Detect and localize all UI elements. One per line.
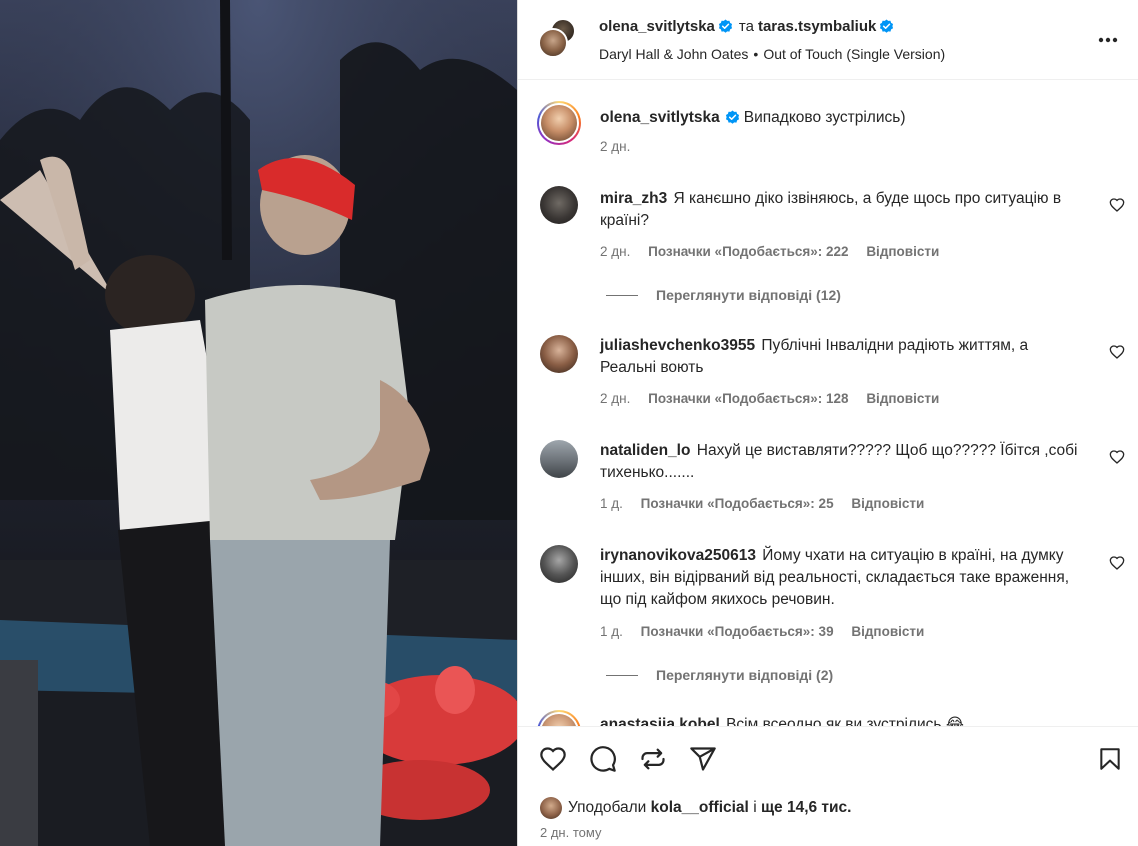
share-button[interactable] (687, 743, 719, 775)
caption: olena_svitlytska Випадково зустрілись) (600, 107, 1080, 129)
caption-text: Випадково зустрілись) (743, 109, 906, 126)
comment-meta: 2 дн. Позначки «Подобається»: 128 Відпов… (600, 391, 953, 406)
comment-meta: 1 д. Позначки «Подобається»: 25 Відповіс… (600, 496, 938, 511)
post-actions: Уподобали kola__official і ще 14,6 тис. … (518, 726, 1138, 846)
comment-username[interactable]: nataliden_lo (600, 442, 690, 459)
likes-summary: Уподобали kola__official і ще 14,6 тис. (540, 797, 851, 819)
view-replies-button[interactable]: Переглянути відповіді (2) (606, 667, 833, 683)
comment-text: Я канєшно діко ізвіняюсь, а буде щось пр… (600, 190, 1062, 229)
view-replies-button[interactable]: Переглянути відповіді (12) (606, 287, 841, 303)
comment: nataliden_lo Нахуй це виставляти????? Що… (600, 440, 1080, 484)
verified-badge-icon (880, 19, 894, 33)
comment-meta: 2 дн. Позначки «Подобається»: 222 Відпов… (600, 244, 953, 259)
reply-button[interactable]: Відповісти (866, 391, 939, 406)
more-options-button[interactable] (1094, 26, 1122, 54)
avatar[interactable] (540, 545, 578, 583)
comment-likes[interactable]: Позначки «Подобається»: 222 (648, 244, 848, 259)
divider (606, 674, 638, 676)
conjunction: та (738, 18, 754, 35)
reply-button[interactable]: Відповісти (851, 496, 924, 511)
view-replies-label[interactable]: Переглянути відповіді (2) (656, 667, 833, 683)
comment-icon (590, 746, 616, 772)
comment: mira_zh3 Я канєшно діко ізвіняюсь, а буд… (600, 188, 1080, 232)
post-viewer: olena_svitlytska та taras.tsymbaliuk Dar… (0, 0, 1138, 846)
avatar[interactable] (540, 797, 562, 819)
likes-middle: і (753, 799, 757, 816)
caption-avatar[interactable] (537, 101, 581, 145)
likes-count[interactable]: ще 14,6 тис. (761, 799, 852, 817)
caption-username[interactable]: olena_svitlytska (600, 109, 720, 126)
comment: anastasiia.kobel Всім всеодно як ви зуст… (600, 714, 1080, 726)
audio-line[interactable]: Daryl Hall & John Oates • Out of Touch (… (599, 46, 945, 62)
comment-time: 2 дн. (600, 244, 631, 259)
post-header: olena_svitlytska та taras.tsymbaliuk Dar… (518, 0, 1138, 80)
comment-meta: 1 д. Позначки «Подобається»: 39 Відповіс… (600, 624, 938, 639)
comment-username[interactable]: irynanovikova250613 (600, 547, 756, 564)
avatar[interactable] (540, 186, 578, 224)
bookmark-icon (1100, 748, 1120, 770)
divider (606, 294, 638, 296)
post-media[interactable] (0, 0, 517, 846)
save-button[interactable] (1094, 743, 1126, 775)
comment-username[interactable]: juliashevchenko3955 (600, 337, 755, 354)
avatar[interactable] (538, 28, 568, 58)
repost-button[interactable] (637, 743, 669, 775)
comment: juliashevchenko3955 Публічні Інвалідни р… (600, 335, 1080, 379)
comments-list[interactable]: olena_svitlytska Випадково зустрілись) 2 … (518, 81, 1138, 726)
video-frame (0, 0, 517, 846)
collab-avatars[interactable] (538, 18, 584, 64)
reply-button[interactable]: Відповісти (866, 244, 939, 259)
comment: irynanovikova250613 Йому чхати на ситуац… (600, 545, 1080, 611)
heart-icon (540, 747, 566, 772)
comment-time: 2 дн. (600, 391, 631, 406)
comment-likes[interactable]: Позначки «Подобається»: 128 (648, 391, 848, 406)
author-line: olena_svitlytska та taras.tsymbaliuk (599, 18, 898, 35)
heart-icon[interactable] (1109, 344, 1125, 360)
post-time[interactable]: 2 дн. тому (540, 825, 601, 840)
verified-badge-icon (725, 110, 739, 125)
comment-time: 1 д. (600, 624, 623, 639)
coauthor-username[interactable]: taras.tsymbaliuk (758, 18, 876, 35)
avatar[interactable] (540, 335, 578, 373)
post-panel: olena_svitlytska та taras.tsymbaliuk Dar… (517, 0, 1138, 846)
audio-artist[interactable]: Daryl Hall & John Oates (599, 46, 748, 62)
avatar[interactable] (537, 710, 581, 726)
caption-meta: 2 дн. (600, 139, 644, 154)
comment-username[interactable]: anastasiia.kobel (600, 716, 720, 726)
caption-time: 2 дн. (600, 139, 631, 154)
comment-text: Всім всеодно як ви зустрілись 😂 (726, 716, 964, 726)
heart-icon[interactable] (1109, 555, 1125, 571)
comment-likes[interactable]: Позначки «Подобається»: 25 (641, 496, 834, 511)
send-icon (690, 747, 716, 771)
comment-button[interactable] (587, 743, 619, 775)
likes-prefix: Уподобали (568, 799, 647, 816)
more-icon (1098, 37, 1118, 43)
view-replies-label[interactable]: Переглянути відповіді (12) (656, 287, 841, 303)
like-button[interactable] (537, 743, 569, 775)
heart-icon[interactable] (1109, 449, 1125, 465)
heart-icon[interactable] (1109, 197, 1125, 213)
repost-icon (641, 748, 665, 770)
reply-button[interactable]: Відповісти (851, 624, 924, 639)
avatar[interactable] (540, 440, 578, 478)
separator: • (753, 46, 759, 62)
author-username[interactable]: olena_svitlytska (599, 18, 715, 35)
likes-user[interactable]: kola__official (651, 799, 749, 817)
verified-badge-icon (718, 19, 732, 33)
comment-username[interactable]: mira_zh3 (600, 190, 667, 207)
comment-likes[interactable]: Позначки «Подобається»: 39 (641, 624, 834, 639)
audio-track[interactable]: Out of Touch (Single Version) (763, 46, 945, 62)
comment-time: 1 д. (600, 496, 623, 511)
